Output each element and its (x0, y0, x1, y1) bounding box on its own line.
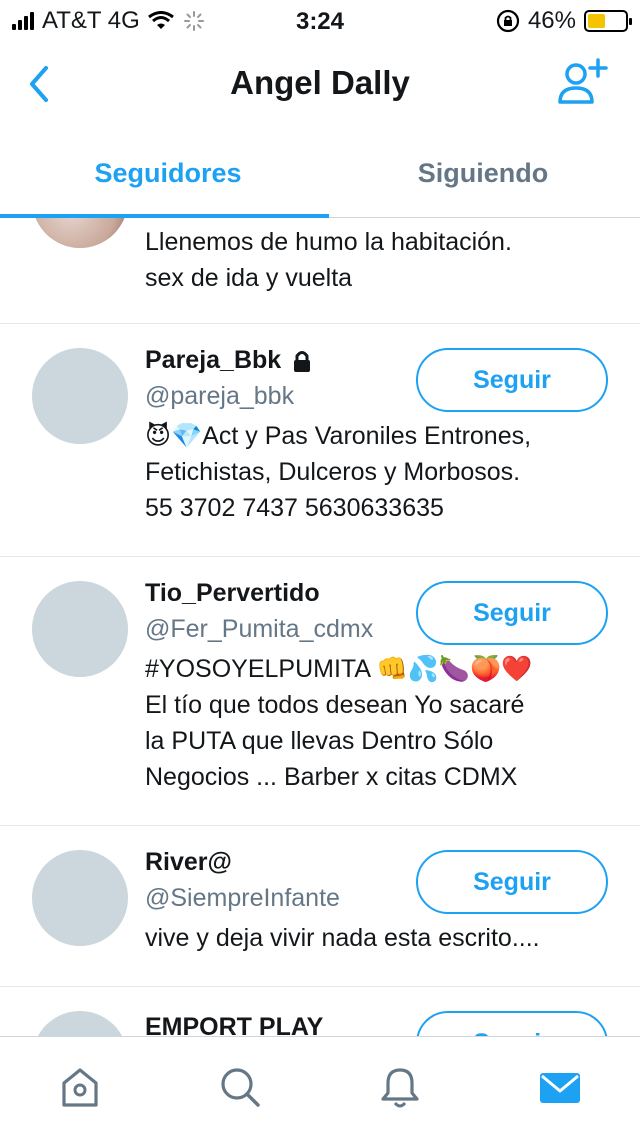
bio-line: El tío que todos desean Yo sacaré (145, 691, 525, 719)
orientation-lock-icon (496, 9, 520, 33)
avatar[interactable] (32, 581, 128, 677)
user-name: Tio_Pervertido (145, 579, 320, 608)
status-bar: AT&T 4G 3:24 46% (0, 0, 640, 40)
user-name-text: Pareja_Bbk (145, 346, 282, 374)
tab-followers[interactable]: Seguidores (8, 130, 328, 216)
user-bio: 😈💎Act y Pas Varoniles Entrones, Fetichis… (145, 418, 615, 526)
bio-line: 😈💎Act y Pas Varoniles Entrones, (145, 422, 532, 450)
bio-line: 55 3702 7437 5630633635 (145, 494, 444, 522)
battery-level-fill (588, 14, 605, 28)
bio-line: #YOSOYELPUMITA 👊💦🍆🍑❤️ (145, 655, 533, 683)
list-item[interactable]: Tio_Pervertido @Fer_Pumita_cdmx #YOSOYEL… (0, 557, 640, 826)
bio-line: Fetichistas, Dulceros y Morbosos. (145, 458, 521, 486)
page-title: Angel Dally (230, 64, 410, 101)
user-name-text: Tio_Pervertido (145, 579, 320, 607)
followers-list[interactable]: Llenemos de humo la habitación. sex de i… (0, 218, 640, 1036)
home-icon[interactable] (58, 1065, 102, 1109)
avatar[interactable] (32, 218, 128, 248)
notifications-bell-icon[interactable] (378, 1065, 422, 1109)
bio-line: vive y deja vivir nada esta escrito.... (145, 924, 540, 952)
user-bio: vive y deja vivir nada esta escrito.... (145, 920, 615, 956)
list-item[interactable]: River@ @SiempreInfante vive y deja vivir… (0, 826, 640, 987)
avatar[interactable] (32, 850, 128, 946)
tab-following[interactable]: Siguiendo (323, 130, 640, 216)
follow-button[interactable]: Seguir (416, 850, 608, 914)
user-bio: Llenemos de humo la habitación. sex de i… (145, 224, 615, 296)
avatar[interactable] (32, 348, 128, 444)
search-icon[interactable] (218, 1065, 262, 1109)
user-name: River@ (145, 848, 232, 877)
user-name-text: River@ (145, 848, 232, 876)
bottom-tab-bar (0, 1036, 640, 1136)
messages-envelope-icon[interactable] (538, 1065, 582, 1109)
user-handle: @SiempreInfante (145, 884, 340, 912)
tab-bar: Seguidores Siguiendo (0, 130, 640, 218)
user-handle: @Fer_Pumita_cdmx (145, 615, 374, 643)
status-right: 46% (496, 7, 632, 34)
bio-line: sex de ida y vuelta (145, 264, 353, 292)
follow-button[interactable]: Seguir (416, 1011, 608, 1036)
user-name-text: EMPORT PLAY (145, 1013, 324, 1036)
list-item[interactable]: Pareja_Bbk @pareja_bbk 😈💎Act y Pas Varon… (0, 324, 640, 557)
list-item[interactable]: Llenemos de humo la habitación. sex de i… (0, 218, 640, 324)
bio-line: Negocios ... Barber x citas CDMX (145, 763, 518, 791)
protected-lock-icon (294, 350, 311, 372)
avatar[interactable] (32, 1011, 128, 1036)
nav-header: Angel Dally (0, 40, 640, 130)
follow-button[interactable]: Seguir (416, 581, 608, 645)
user-handle: @pareja_bbk (145, 382, 295, 410)
list-item[interactable]: EMPORT PLAY Seguir (0, 987, 640, 1036)
battery-percent: 46% (527, 7, 576, 34)
bio-line: Llenemos de humo la habitación. (145, 228, 512, 256)
user-name: EMPORT PLAY (145, 1013, 323, 1036)
bio-line: la PUTA que llevas Dentro Sólo (145, 727, 494, 755)
follow-button[interactable]: Seguir (416, 348, 608, 412)
add-user-icon[interactable] (554, 56, 610, 108)
battery-icon (584, 10, 632, 32)
user-name: Pareja_Bbk (145, 346, 313, 375)
user-bio: #YOSOYELPUMITA 👊💦🍆🍑❤️ El tío que todos d… (145, 651, 615, 795)
